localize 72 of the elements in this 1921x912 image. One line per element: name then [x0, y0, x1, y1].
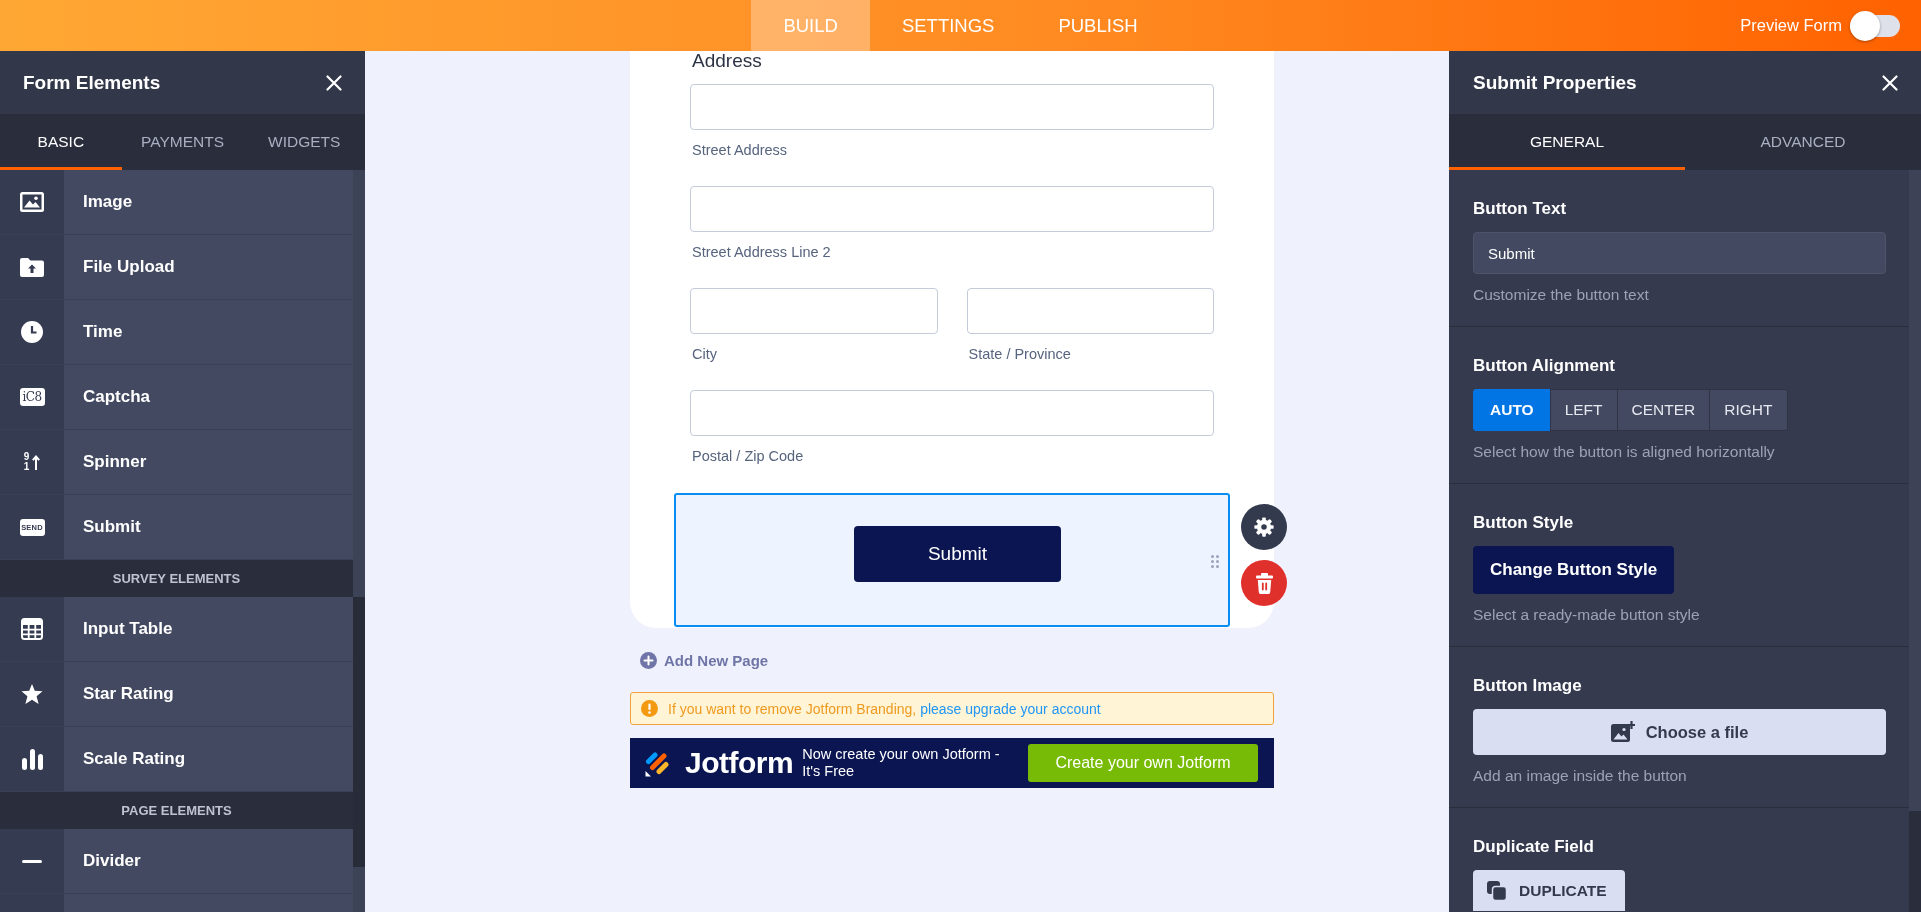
section-title: Duplicate Field	[1473, 837, 1594, 857]
preview-form-label: Preview Form	[1740, 16, 1842, 35]
sublabel: State / Province	[968, 346, 1071, 362]
hint-text: Select a ready-made button style	[1473, 606, 1700, 624]
alignment-option[interactable]: LEFT	[1549, 389, 1618, 431]
properties-tab[interactable]: ADVANCED	[1685, 114, 1921, 170]
element-item[interactable]: Image	[0, 170, 353, 235]
element-item[interactable]: iC8 Captcha	[0, 365, 353, 430]
change-style-button[interactable]: Change Button Style	[1473, 546, 1675, 594]
promo-tagline: Now create your own Jotform - It's Free	[802, 746, 1001, 780]
plus-icon	[640, 651, 657, 669]
image-plus-icon	[1610, 721, 1635, 743]
bar-chart-icon	[21, 748, 43, 770]
properties-title: Submit Properties	[1473, 71, 1637, 94]
element-item[interactable]: Star Rating	[0, 662, 353, 727]
section-heading: PAGE ELEMENTS	[0, 792, 353, 829]
close-icon	[326, 74, 342, 91]
section-title: Button Image	[1473, 676, 1582, 696]
star-icon	[21, 683, 43, 705]
text-input[interactable]	[690, 84, 1214, 130]
add-page-button[interactable]: Add New Page	[640, 648, 769, 672]
table-icon	[21, 618, 43, 640]
logo-text: Jotform	[685, 746, 794, 780]
sublabel: Street Address Line 2	[692, 244, 831, 260]
settings-button[interactable]	[1241, 504, 1287, 550]
text-input[interactable]	[690, 288, 938, 334]
hint-text: Select how the button is aligned horizontally	[1473, 443, 1775, 461]
scrollbar-thumb[interactable]	[353, 597, 365, 867]
sidebar-tab[interactable]: PAYMENTS	[121, 114, 244, 170]
trash-icon	[1254, 572, 1274, 594]
choose-file-button[interactable]: Choose a file	[1473, 709, 1886, 755]
sidebar-title: Form Elements	[23, 71, 161, 94]
alignment-option[interactable]: CENTER	[1616, 389, 1711, 431]
dash-icon	[22, 859, 42, 863]
alignment-option[interactable]: AUTO	[1473, 389, 1551, 431]
element-item[interactable]: 9 1 Spinner	[0, 430, 353, 495]
copy-icon	[1487, 880, 1507, 901]
duplicate-button[interactable]: DUPLICATE	[1473, 870, 1625, 911]
element-item[interactable]: Input Table	[0, 597, 353, 662]
element-item[interactable]: Time	[0, 300, 353, 365]
stripes-logo-icon	[645, 749, 670, 777]
properties-tab[interactable]: GENERAL	[1449, 114, 1685, 170]
image-icon	[20, 192, 44, 212]
sublabel: Postal / Zip Code	[692, 448, 804, 464]
alignment-option[interactable]: RIGHT	[1709, 389, 1788, 431]
element-item[interactable]: Divider	[0, 829, 353, 894]
preview-toggle[interactable]	[1850, 10, 1900, 41]
submit-button[interactable]: Submit	[854, 526, 1061, 582]
section-title: Button Style	[1473, 513, 1574, 533]
sublabel: City	[692, 346, 717, 362]
section-heading: SURVEY ELEMENTS	[0, 560, 353, 597]
field-label: Address	[692, 51, 762, 71]
text-input[interactable]	[690, 186, 1214, 232]
element-item[interactable]: Scale Rating	[0, 727, 353, 792]
section-title: Button Text	[1473, 199, 1567, 219]
sidebar-tab[interactable]: WIDGETS	[243, 114, 365, 170]
folder-upload-icon	[20, 257, 44, 277]
close-icon	[1882, 74, 1898, 91]
button-text-field[interactable]: Submit	[1473, 232, 1886, 274]
notice-text: If you want to remove Jotform Branding, please upgrade your account	[668, 700, 1101, 717]
text-input[interactable]	[966, 288, 1214, 334]
clock-icon	[21, 321, 43, 343]
sublabel: Street Address	[692, 142, 788, 158]
text-input[interactable]	[690, 390, 1214, 436]
captcha-icon: iC8	[19, 388, 45, 406]
drag-handle-icon[interactable]	[1211, 555, 1219, 568]
delete-button[interactable]	[1241, 560, 1287, 606]
section-title: Button Alignment	[1473, 356, 1615, 376]
warning-icon	[641, 700, 658, 717]
hint-text: Add an image inside the button	[1473, 767, 1687, 785]
element-item[interactable]: File Upload	[0, 235, 353, 300]
hint-text: Customize the button text	[1473, 286, 1649, 304]
